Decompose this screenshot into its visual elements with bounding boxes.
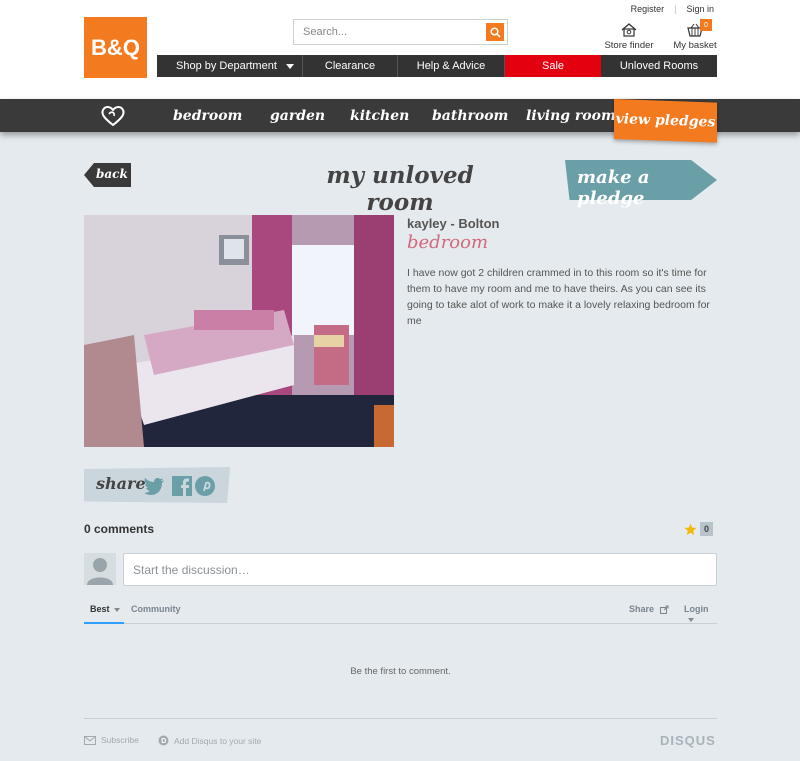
room-description: I have now got 2 children crammed in to … <box>407 267 710 327</box>
tab-best[interactable]: Best <box>84 604 124 624</box>
page-title: my unloved room <box>326 162 474 216</box>
user-icon <box>87 558 113 585</box>
add-disqus-link[interactable]: D Add Disqus to your site <box>158 735 261 746</box>
basket-label: My basket <box>673 40 717 51</box>
chevron-down-icon <box>688 617 694 622</box>
share-out-icon <box>659 605 669 615</box>
twitter-icon[interactable] <box>143 475 165 497</box>
nav-shop-by-department[interactable]: Shop by Department <box>157 55 303 77</box>
search-input[interactable] <box>294 20 474 44</box>
search-icon <box>489 26 501 38</box>
category-living-room[interactable]: living room <box>526 99 616 132</box>
make-pledge-button[interactable]: make a pledge <box>565 160 717 209</box>
room-photo-illustration <box>84 215 394 447</box>
comments-count: 0 comments <box>84 522 155 536</box>
comment-tabs: Best Community Share Login <box>84 604 717 624</box>
tab-share-label: Share <box>629 604 655 614</box>
back-button[interactable]: back <box>84 163 131 187</box>
account-links: Register | Sign in <box>631 4 714 14</box>
store-finder-link[interactable]: Store finder <box>603 22 655 51</box>
disqus-logo[interactable]: DISQUS <box>660 733 716 748</box>
back-label: back <box>96 167 128 181</box>
svg-text:D: D <box>161 738 166 745</box>
nav-sale[interactable]: Sale <box>505 55 601 77</box>
avatar <box>84 553 116 585</box>
basket-link[interactable]: 0 My basket <box>672 19 718 51</box>
recommend-button[interactable]: 0 <box>684 522 714 536</box>
subscribe-link[interactable]: Subscribe <box>84 735 139 745</box>
category-bathroom[interactable]: bathroom <box>432 99 508 132</box>
tab-share[interactable]: Share <box>629 604 669 615</box>
main-nav: Shop by Department Clearance Help & Advi… <box>157 55 717 77</box>
pinterest-icon[interactable] <box>194 475 216 497</box>
nav-label: Shop by Department <box>176 60 277 72</box>
site-header: B&Q Register | Sign in Store finder <box>0 0 800 99</box>
pledge-label: make a pledge <box>577 167 650 209</box>
category-bedroom[interactable]: bedroom <box>173 99 242 132</box>
room-type: bedroom <box>407 232 489 253</box>
nav-help-advice[interactable]: Help & Advice <box>398 55 505 77</box>
disqus-icon: D <box>158 735 169 746</box>
recommend-count: 0 <box>700 522 714 536</box>
room-photo <box>84 215 394 447</box>
basket-count-badge: 0 <box>700 19 712 31</box>
nav-unloved-rooms[interactable]: Unloved Rooms <box>601 55 717 77</box>
store-icon <box>621 23 637 37</box>
tab-best-label: Best <box>90 604 110 614</box>
star-icon <box>684 523 697 535</box>
chevron-down-icon <box>286 64 294 69</box>
envelope-icon <box>84 735 96 745</box>
category-garden[interactable]: garden <box>270 99 325 132</box>
heart-icon[interactable] <box>100 105 126 127</box>
footer-divider <box>84 718 717 719</box>
empty-comments-message: Be the first to comment. <box>350 666 451 677</box>
divider: | <box>674 4 677 14</box>
nav-clearance[interactable]: Clearance <box>303 55 398 77</box>
tab-community[interactable]: Community <box>131 604 181 614</box>
category-view-pledges[interactable]: view pledges <box>614 99 717 143</box>
discussion-input[interactable] <box>123 553 717 586</box>
category-kitchen[interactable]: kitchen <box>350 99 409 132</box>
facebook-icon[interactable] <box>171 475 193 497</box>
bq-logo[interactable]: B&Q <box>84 17 147 78</box>
store-finder-label: Store finder <box>604 40 654 51</box>
register-link[interactable]: Register <box>631 4 665 14</box>
share-label: share <box>96 474 146 493</box>
add-disqus-label: Add Disqus to your site <box>174 735 262 746</box>
tab-login[interactable]: Login <box>684 604 717 624</box>
subscribe-label: Subscribe <box>101 735 139 745</box>
tab-login-label: Login <box>684 604 709 614</box>
search-box <box>293 19 508 45</box>
signin-link[interactable]: Sign in <box>686 4 714 14</box>
room-author: kayley - Bolton <box>407 216 500 231</box>
share-bar: share <box>84 467 230 503</box>
search-button[interactable] <box>486 23 504 41</box>
chevron-down-icon <box>113 607 120 612</box>
